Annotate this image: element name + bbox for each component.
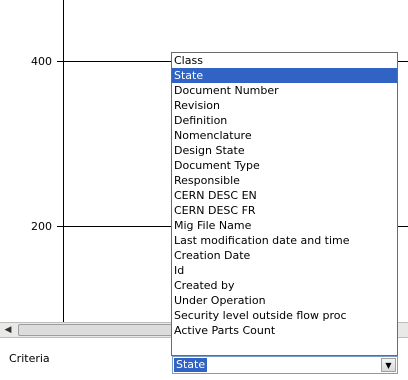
dropdown-option[interactable]: Id: [172, 263, 397, 278]
dropdown-option[interactable]: Definition: [172, 113, 397, 128]
dropdown-option[interactable]: Design State: [172, 143, 397, 158]
dropdown-option[interactable]: Nomenclature: [172, 128, 397, 143]
criteria-dropdown-list[interactable]: Class State Document Number Revision Definit…: [171, 52, 398, 356]
dropdown-option[interactable]: Last modification date and time: [172, 233, 397, 248]
dropdown-option[interactable]: Creation Date: [172, 248, 397, 263]
criteria-label: Criteria: [9, 352, 50, 365]
dropdown-option[interactable]: CERN DESC FR: [172, 203, 397, 218]
dropdown-option[interactable]: Document Number: [172, 83, 397, 98]
dropdown-option[interactable]: Class: [172, 53, 397, 68]
dropdown-option[interactable]: Responsible: [172, 173, 397, 188]
dropdown-option[interactable]: Security level outside flow proc: [172, 308, 397, 323]
dropdown-option[interactable]: Under Operation: [172, 293, 397, 308]
y-tick-label-200: 200: [31, 220, 52, 233]
chevron-left-icon[interactable]: ◀: [0, 323, 16, 337]
criteria-select[interactable]: State ▼: [172, 356, 398, 374]
scrollbar-thumb[interactable]: [18, 324, 178, 336]
dropdown-option[interactable]: State: [172, 68, 397, 83]
dropdown-option[interactable]: Revision: [172, 98, 397, 113]
y-axis-line: [63, 0, 64, 330]
y-tick-label-400: 400: [31, 55, 52, 68]
criteria-selected-value: State: [174, 358, 208, 372]
dropdown-option[interactable]: Document Type: [172, 158, 397, 173]
dropdown-option[interactable]: Active Parts Count: [172, 323, 397, 338]
chevron-down-icon[interactable]: ▼: [381, 358, 396, 372]
dropdown-option[interactable]: Created by: [172, 278, 397, 293]
dropdown-option[interactable]: CERN DESC EN: [172, 188, 397, 203]
dropdown-option[interactable]: Mig File Name: [172, 218, 397, 233]
